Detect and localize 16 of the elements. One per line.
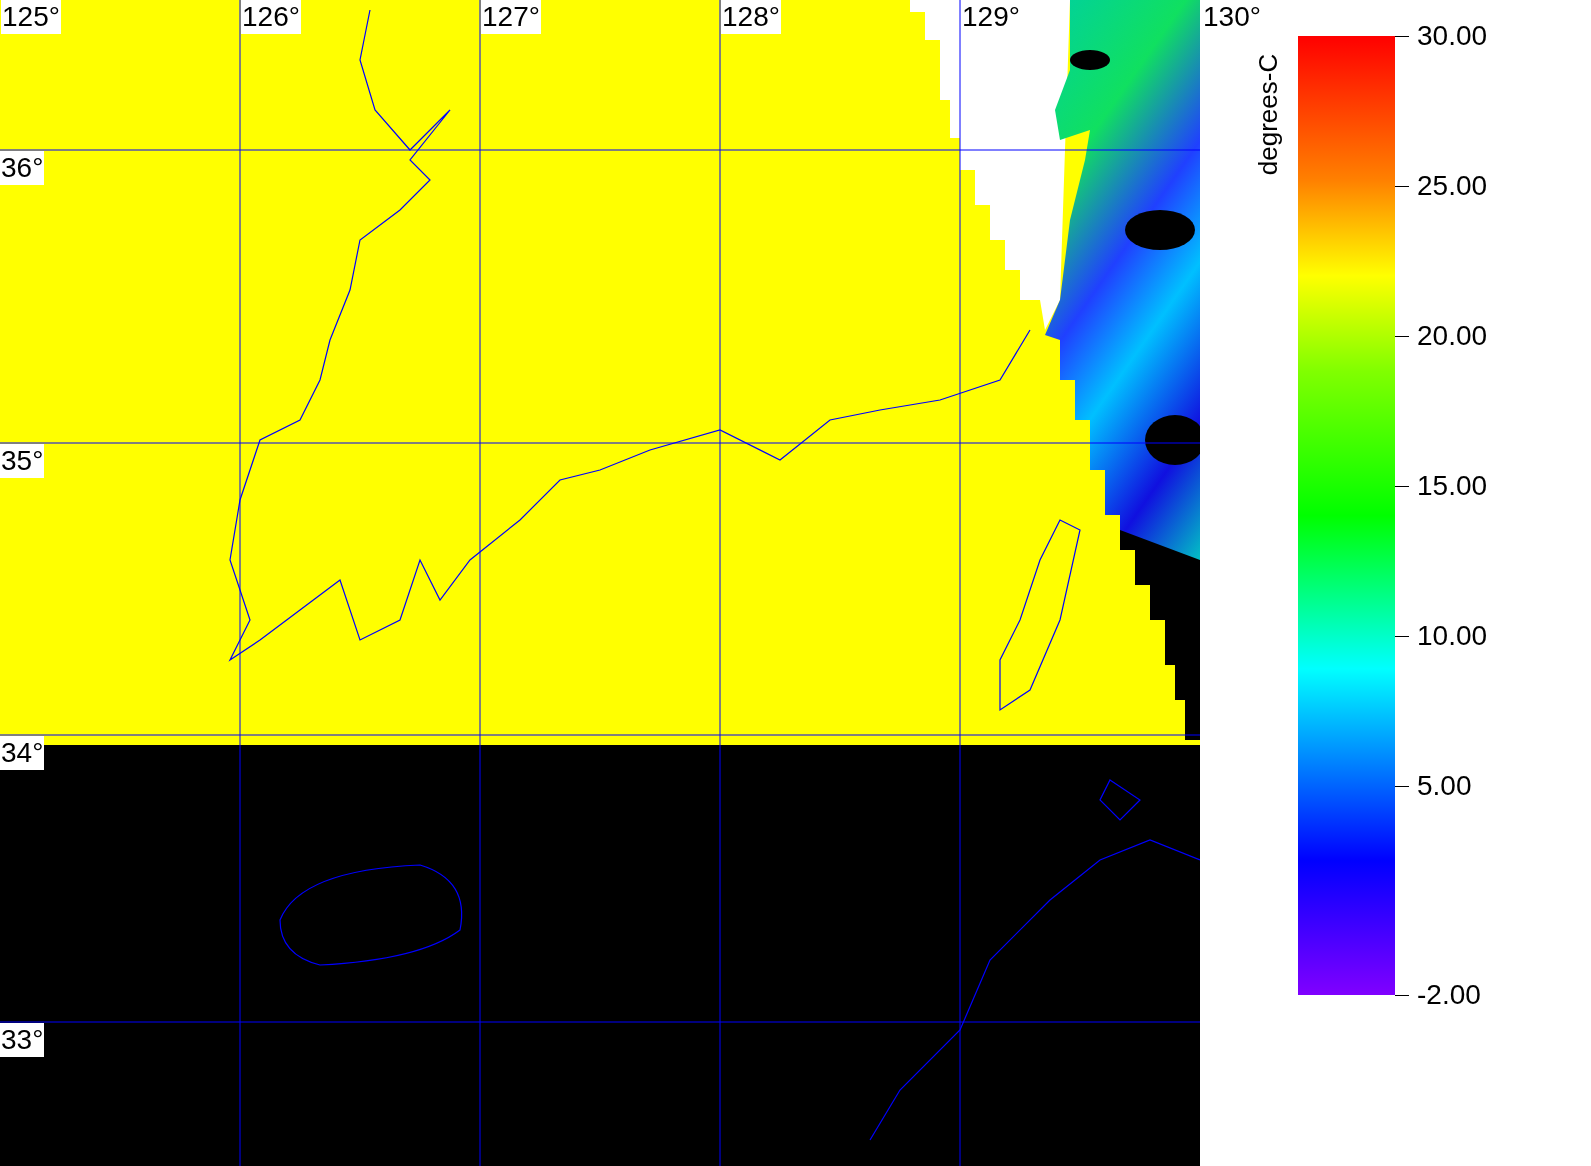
colorbar-tick-label: 5.00 (1417, 769, 1472, 803)
longitude-label: 128° (721, 0, 781, 34)
latitude-label: 35° (0, 444, 45, 478)
longitude-label: 125° (1, 0, 61, 34)
colorbar-tick-label: 25.00 (1417, 169, 1488, 203)
colorbar-tick-label: 20.00 (1417, 319, 1488, 353)
longitude-label: 126° (241, 0, 301, 34)
colorbar-tick-label: 30.00 (1417, 19, 1488, 53)
colorbar-title: degrees-C (1252, 53, 1285, 176)
colorbar-tick-label: -2.00 (1417, 978, 1481, 1012)
colorbar-tick-label: 10.00 (1417, 619, 1488, 653)
latitude-label: 33° (0, 1023, 45, 1057)
colorbar-tick-label: 15.00 (1417, 469, 1488, 503)
longitude-label: 127° (481, 0, 541, 34)
latitude-label: 36° (0, 151, 45, 185)
latitude-label: 34° (0, 736, 45, 770)
